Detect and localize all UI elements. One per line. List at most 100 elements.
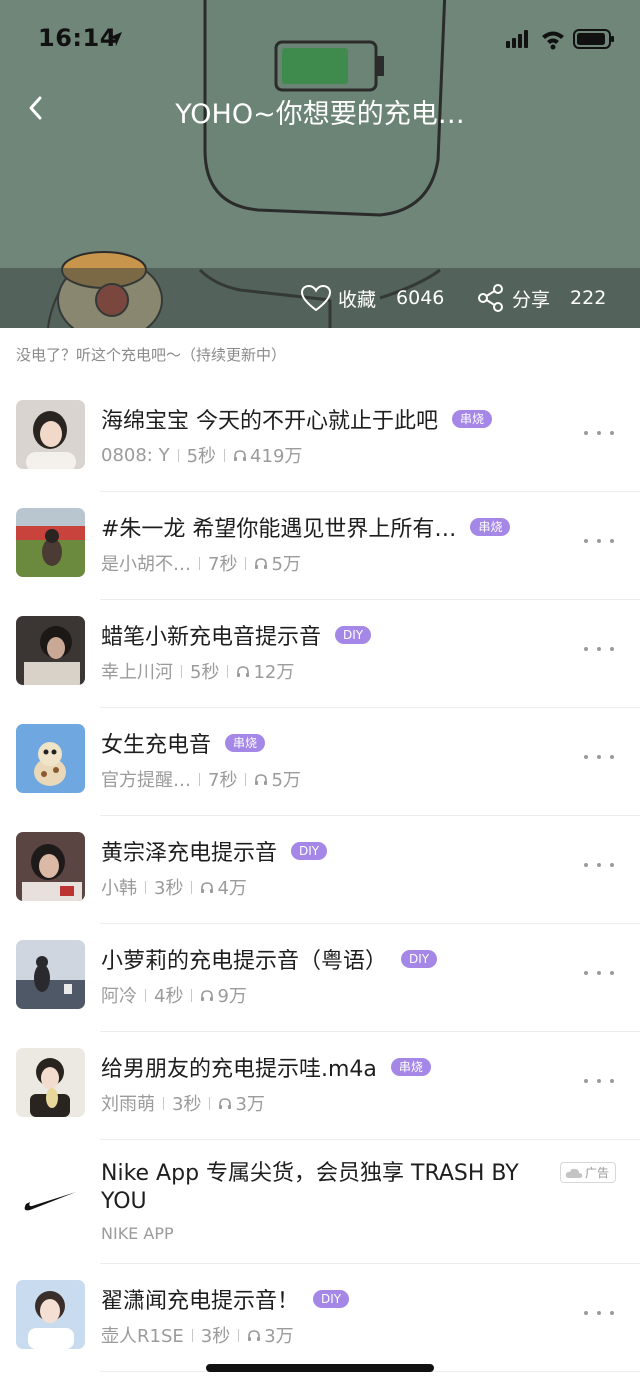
divider [191, 1328, 193, 1342]
list-item[interactable]: 翟潇闻充电提示音！ DIY 壶人R1SE 3秒 3万 [0, 1264, 640, 1372]
headphones-icon [201, 881, 214, 893]
item-duration: 7秒 [208, 770, 238, 791]
headphones-icon [255, 773, 268, 785]
avatar [16, 1280, 85, 1349]
headphones-icon [201, 989, 214, 1001]
ad-title: Nike App 专属尖货，会员独享 TRASH BY YOU [101, 1161, 519, 1214]
item-title: 给男朋友的充电提示哇.m4a [101, 1057, 377, 1082]
headphones-icon [255, 557, 268, 569]
list-item[interactable]: 小萝莉的充电提示音（粤语） DIY 阿冷 4秒 9万 [0, 924, 640, 1032]
tag-badge: 串烧 [225, 734, 266, 752]
divider [199, 772, 200, 786]
share-label: 分享 [512, 288, 551, 311]
divider [238, 1328, 240, 1342]
chevron-left-icon [29, 96, 42, 120]
more-options-button[interactable] [584, 1074, 614, 1088]
item-author: 壶人R1SE [101, 1326, 184, 1347]
status-bar: 16:14 [0, 0, 640, 80]
divider [209, 1096, 211, 1110]
item-title: #朱一龙 希望你能遇见世界上所有… [101, 517, 457, 542]
divider [191, 988, 193, 1002]
share-icon [478, 284, 503, 312]
status-indicators-icon [506, 29, 614, 50]
ringtone-list: 海绵宝宝 今天的不开心就止于此吧 串烧 0808: Y 5秒 419万 #朱一龙… [0, 384, 640, 1372]
headphones-icon [237, 665, 250, 677]
headphones-icon [219, 1097, 232, 1109]
item-duration: 3秒 [172, 1094, 202, 1115]
nike-logo [16, 1164, 85, 1233]
avatar [16, 1048, 85, 1117]
more-options-button[interactable] [584, 750, 614, 764]
item-duration: 7秒 [208, 554, 238, 575]
headphones-icon [248, 1329, 261, 1341]
item-title: 海绵宝宝 今天的不开心就止于此吧 [101, 409, 438, 434]
tag-badge: 串烧 [470, 518, 511, 536]
divider [227, 664, 229, 678]
ad-subtitle: NIKE APP [101, 1224, 174, 1243]
item-duration: 3秒 [154, 878, 184, 899]
list-item[interactable]: 海绵宝宝 今天的不开心就止于此吧 串烧 0808: Y 5秒 419万 [0, 384, 640, 492]
item-author: 刘雨萌 [101, 1094, 155, 1115]
tag-badge: 串烧 [452, 410, 493, 428]
back-button[interactable] [18, 88, 58, 128]
ad-badge: 广告 [559, 1162, 616, 1183]
list-item[interactable]: 黄宗泽充电提示音 DIY 小韩 3秒 4万 [0, 816, 640, 924]
divider [245, 772, 247, 786]
item-title: 蜡笔小新充电音提示音 [101, 625, 322, 650]
list-item[interactable]: 给男朋友的充电提示哇.m4a 串烧 刘雨萌 3秒 3万 [0, 1032, 640, 1140]
nav-bar: YOHO~你想要的充电… [0, 82, 640, 136]
avatar [16, 616, 85, 685]
avatar [16, 832, 85, 901]
more-options-button[interactable] [584, 426, 614, 440]
item-duration: 4秒 [154, 986, 184, 1007]
item-title: 翟潇闻充电提示音！ [101, 1289, 300, 1314]
item-plays: 3万 [264, 1326, 294, 1347]
tag-badge: DIY [291, 842, 328, 860]
item-plays: 5万 [271, 770, 301, 791]
item-author: 是小胡不… [101, 554, 191, 575]
action-bar: 收藏 6046 分享 222 [0, 268, 640, 328]
item-author: 阿冷 [101, 986, 137, 1007]
ad-item[interactable]: Nike App 专属尖货，会员独享 TRASH BY YOU NIKE APP… [0, 1140, 640, 1264]
tag-badge: DIY [313, 1290, 350, 1308]
location-arrow-icon [108, 32, 122, 46]
item-title: 小萝莉的充电提示音（粤语） [101, 949, 388, 974]
divider [181, 664, 182, 678]
favorite-count: 6046 [396, 287, 445, 309]
item-plays: 9万 [217, 986, 247, 1007]
item-author: 0808: Y [101, 444, 170, 466]
cloud-icon [565, 1168, 583, 1178]
tag-badge: DIY [335, 626, 372, 644]
favorite-button[interactable]: 收藏 6046 [300, 282, 444, 314]
heart-icon [300, 284, 332, 312]
share-count: 222 [570, 287, 607, 309]
divider [191, 880, 193, 894]
item-title: 黄宗泽充电提示音 [101, 841, 278, 866]
item-plays: 5万 [271, 554, 301, 575]
avatar [16, 940, 85, 1009]
page-title: YOHO~你想要的充电… [175, 99, 465, 130]
home-indicator[interactable] [206, 1364, 434, 1372]
header-banner: 16:14 YOHO~你想要的充电… 收藏 6046 分享 222 [0, 0, 640, 328]
divider [145, 880, 146, 894]
item-plays: 419万 [250, 446, 303, 467]
collection-description: 没电了？听这个充电吧～（持续更新中） [16, 346, 287, 364]
more-options-button[interactable] [584, 1306, 614, 1320]
more-options-button[interactable] [584, 642, 614, 656]
favorite-label: 收藏 [338, 288, 377, 311]
avatar [16, 400, 85, 469]
more-options-button[interactable] [584, 966, 614, 980]
divider [163, 1096, 164, 1110]
list-item[interactable]: 蜡笔小新充电音提示音 DIY 幸上川河 5秒 12万 [0, 600, 640, 708]
item-plays: 12万 [253, 662, 295, 683]
list-item[interactable]: #朱一龙 希望你能遇见世界上所有… 串烧 是小胡不… 7秒 5万 [0, 492, 640, 600]
item-duration: 3秒 [200, 1326, 231, 1347]
list-item[interactable]: 女生充电音 串烧 官方提醒… 7秒 5万 [0, 708, 640, 816]
item-plays: 3万 [235, 1094, 265, 1115]
more-options-button[interactable] [584, 534, 614, 548]
divider [199, 556, 200, 570]
item-author: 官方提醒… [101, 770, 191, 791]
item-author: 小韩 [101, 878, 137, 899]
share-button[interactable]: 分享 222 [476, 282, 606, 314]
more-options-button[interactable] [584, 858, 614, 872]
